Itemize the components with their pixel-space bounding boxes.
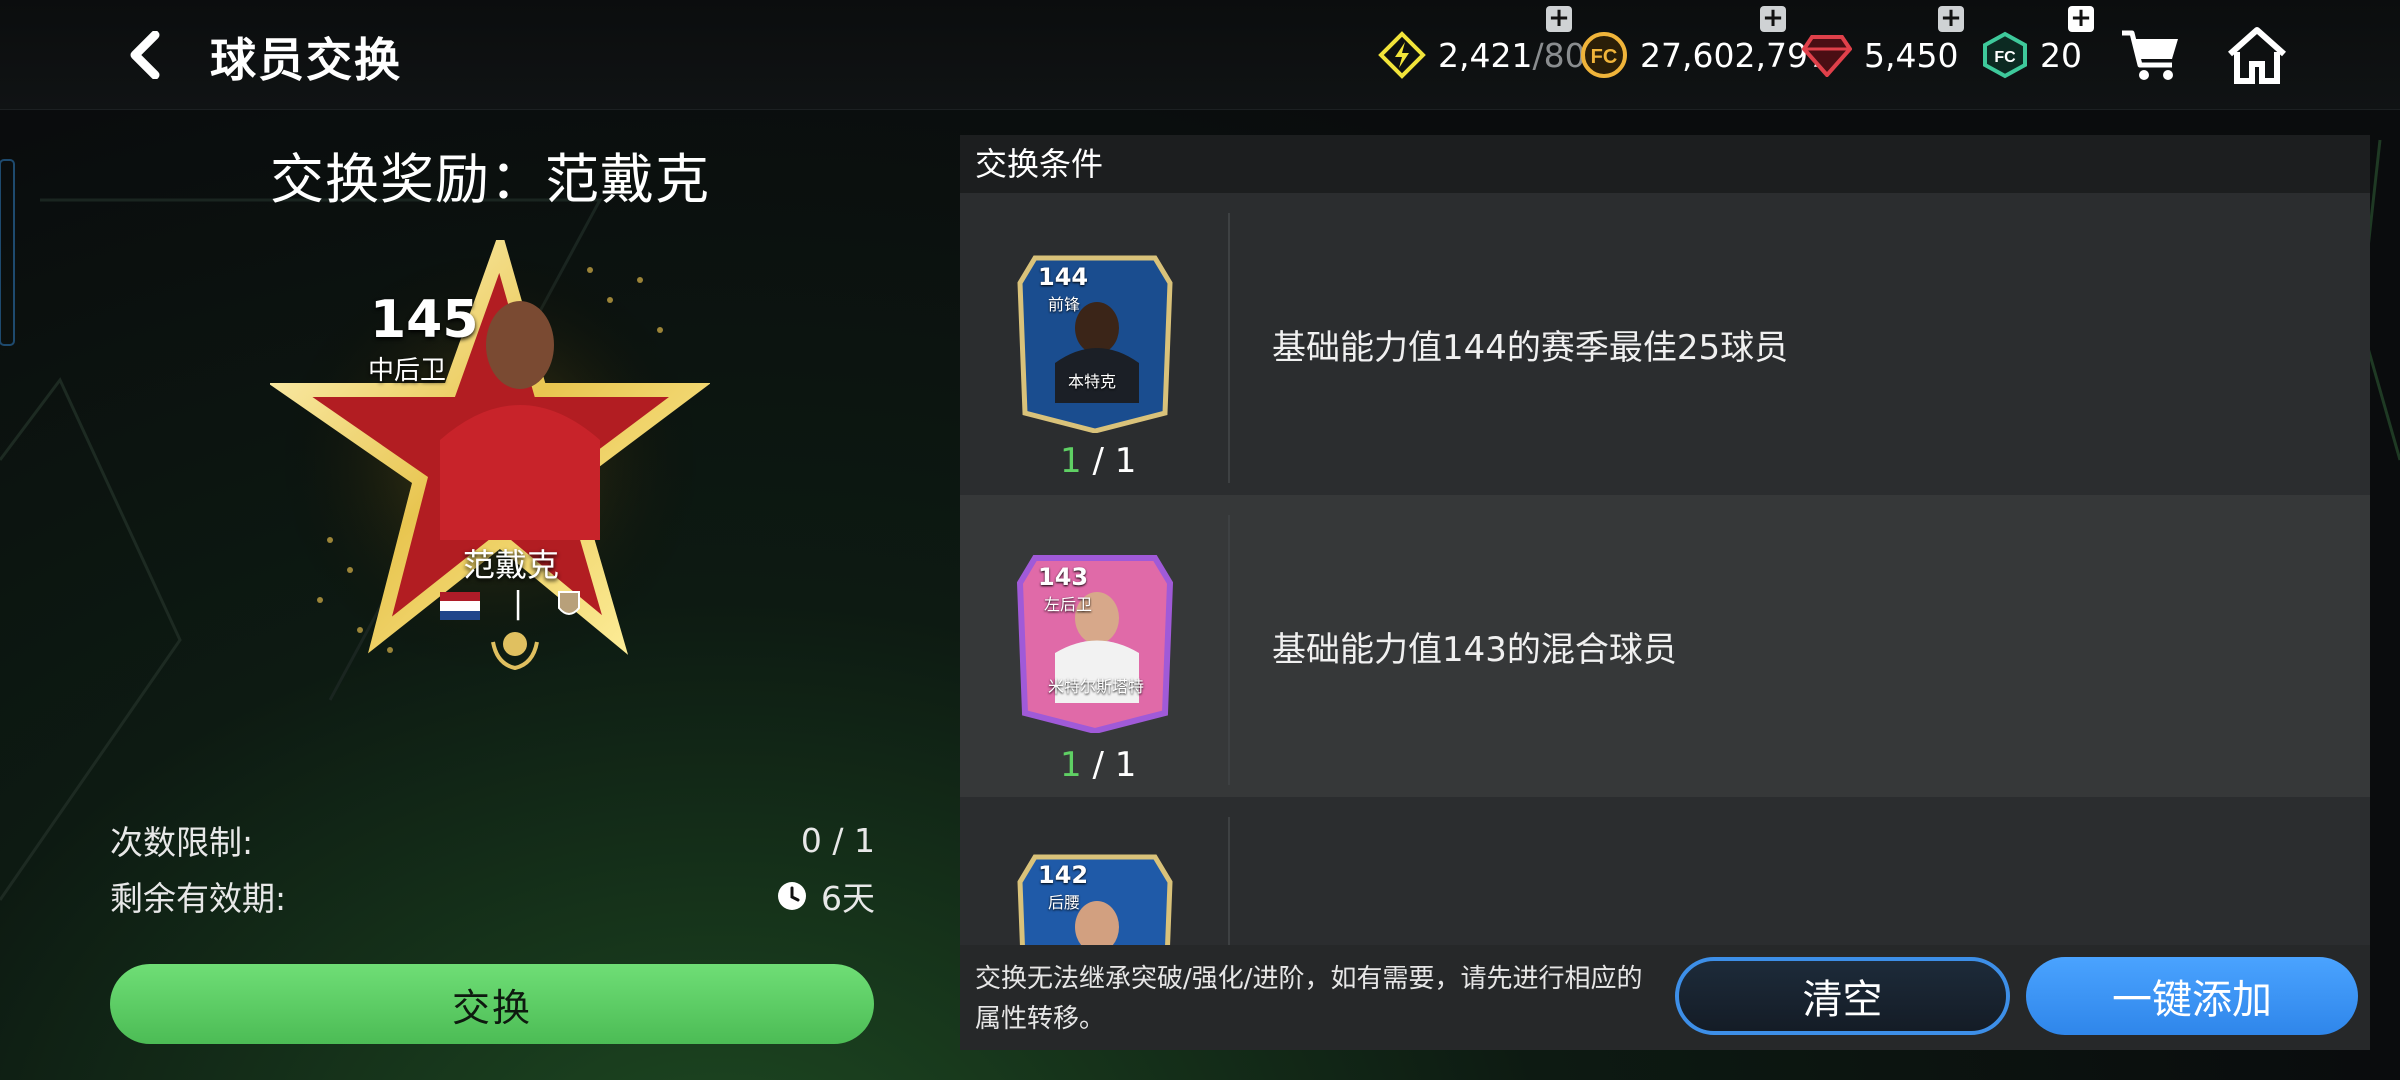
points-value: 20 [2040, 35, 2082, 75]
row-divider [1228, 213, 1230, 483]
action-bar: 交换无法继承突破/强化/进阶，如有需要，请先进行相应的属性转移。 清空 一键添加 [960, 945, 2370, 1050]
condition-card-name: 本特克 [1068, 372, 1117, 391]
svg-text:FC: FC [1994, 49, 2016, 66]
row-divider [1228, 515, 1230, 785]
row-divider [1228, 817, 1230, 945]
clock-icon [778, 882, 806, 910]
add-points-button[interactable]: + [2068, 5, 2094, 32]
condition-requirement: 基础能力值144的赛季最佳25球员 [1272, 327, 1789, 368]
reward-card-position: 中后卫 [368, 356, 447, 386]
club-badge-icon [558, 591, 580, 615]
condition-requirement: 基础能力值143的混合球员 [1272, 629, 1677, 670]
svg-text:FC: FC [1591, 46, 1618, 68]
trophy-laurel-icon [491, 632, 539, 671]
condition-card-rating: 142 [1038, 861, 1089, 889]
points-counter[interactable]: FC 20 [1982, 30, 2082, 80]
transfer-notice: 交换无法继承突破/强化/进阶，如有需要，请先进行相应的属性转移。 [975, 964, 1643, 1034]
condition-count: 1 / 1 [1060, 441, 1137, 481]
condition-row[interactable]: 143 左后卫 米特尔斯塔特 1 / 1 基础能力值143的混合球员 [960, 495, 2370, 797]
conditions-header: 交换条件 [960, 135, 2370, 193]
condition-row[interactable]: 142 后腰 [960, 797, 2370, 945]
fc-coin-icon: FC [1581, 32, 1627, 78]
condition-card-position: 前锋 [1048, 295, 1081, 314]
condition-card-rating: 144 [1038, 263, 1089, 291]
expiry-label: 剩余有效期: [110, 879, 287, 918]
reward-card-rating: 145 [370, 290, 479, 350]
card-separator: | [513, 586, 524, 621]
shopping-cart-icon [2122, 30, 2178, 80]
exchange-limit-row: 次数限制: 0 / 1 [110, 816, 875, 864]
exchange-button[interactable]: 交换 [110, 964, 874, 1044]
lightning-icon [1378, 31, 1426, 79]
netherlands-flag-icon [440, 592, 480, 620]
condition-card-rating: 143 [1038, 563, 1089, 591]
home-icon [2228, 27, 2286, 84]
coins-value: 27,602,797 [1640, 35, 1829, 75]
page-title: 球员交换 [210, 33, 402, 87]
clear-button[interactable]: 清空 [1675, 957, 2010, 1035]
conditions-panel: 交换条件 144 前锋 本特克 1 / 1 基础能力值144的赛季最佳25球员 … [960, 135, 2370, 1050]
add-gems-button[interactable]: + [1938, 5, 1964, 32]
exchange-limit-value: 0 / 1 [800, 820, 875, 860]
back-button[interactable] [115, 28, 175, 82]
reward-title: 交换奖励：范戴克 [270, 148, 710, 211]
chevron-left-icon [130, 31, 160, 79]
home-button[interactable] [2222, 22, 2292, 88]
reward-player-card[interactable] [270, 240, 710, 680]
energy-counter[interactable]: 2,421/80 [1378, 30, 1586, 80]
exchange-limit-label: 次数限制: [110, 823, 254, 862]
expiry-value: 6天 [821, 879, 875, 918]
coins-counter[interactable]: FC 27,602,797 [1580, 30, 1829, 80]
energy-value: 2,421 [1438, 35, 1533, 75]
condition-count: 1 / 1 [1060, 745, 1137, 785]
condition-row[interactable]: 144 前锋 本特克 1 / 1 基础能力值144的赛季最佳25球员 [960, 193, 2370, 495]
add-energy-button[interactable]: + [1546, 5, 1572, 32]
gem-icon [1802, 35, 1852, 77]
condition-card-name: 米特尔斯塔特 [1048, 677, 1145, 696]
expiry-row: 剩余有效期: 6天 [110, 872, 875, 920]
reward-card-name: 范戴克 [463, 546, 560, 584]
energy-max: /80 [1532, 35, 1586, 75]
top-bar: 球员交换 2,421/80 + FC 27,602,797 + 5,450 + … [0, 0, 2400, 110]
condition-card-position: 后腰 [1048, 893, 1081, 912]
add-coins-button[interactable]: + [1760, 5, 1786, 32]
gems-counter[interactable]: 5,450 [1802, 30, 1958, 80]
condition-card-position: 左后卫 [1044, 595, 1093, 614]
fc-points-icon: FC [1983, 31, 2027, 79]
gems-value: 5,450 [1864, 35, 1959, 75]
auto-add-button[interactable]: 一键添加 [2026, 957, 2358, 1035]
shop-button[interactable] [2116, 22, 2186, 88]
